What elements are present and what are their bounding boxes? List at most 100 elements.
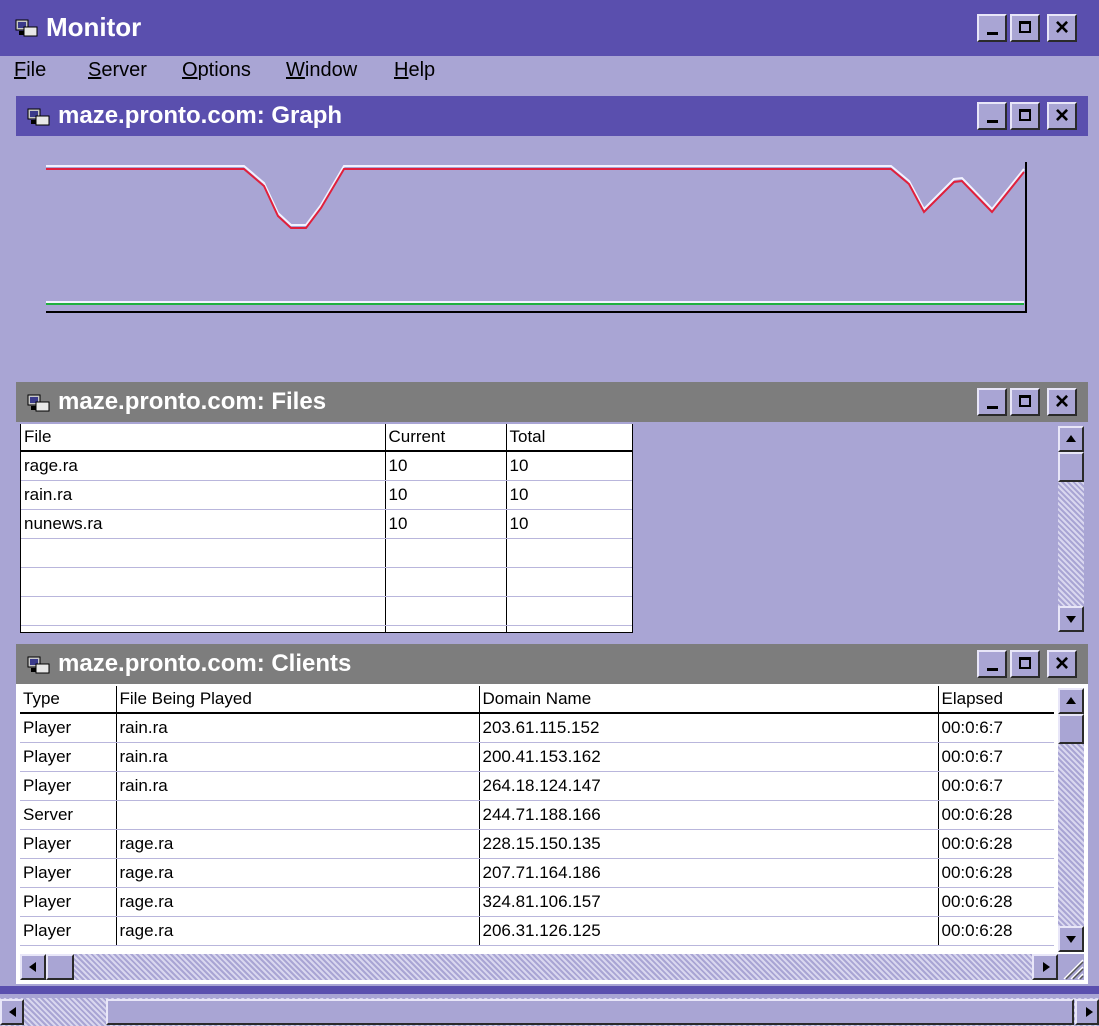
scroll-thumb[interactable] [1058, 452, 1084, 482]
column-header-type[interactable]: Type [20, 686, 117, 714]
column-header-file-being-played[interactable]: File Being Played [116, 686, 480, 714]
scroll-up-button[interactable] [1058, 688, 1084, 714]
app-window-controls: × [977, 14, 1077, 42]
scroll-left-button[interactable] [0, 999, 24, 1025]
files-vertical-scrollbar[interactable] [1058, 426, 1084, 632]
table-row[interactable]: Server 244.71.188.166 00:0:6:28 [20, 800, 1054, 830]
menu-file[interactable]: File [14, 59, 46, 82]
scroll-left-icon [9, 1007, 16, 1017]
scroll-right-button[interactable] [1075, 999, 1099, 1025]
scroll-right-button[interactable] [1032, 954, 1058, 980]
elapsed-cell: 00:0:6:7 [938, 713, 1054, 743]
table-row[interactable]: Player rain.ra 264.18.124.147 00:0:6:7 [20, 771, 1054, 801]
menu-options[interactable]: Options [182, 59, 251, 82]
clients-window-controls: × [977, 650, 1077, 678]
total-cell: 10 [506, 451, 632, 481]
app-icon [27, 656, 50, 674]
domain-cell: 264.18.124.147 [479, 771, 939, 801]
file-cell: rage.ra [116, 916, 480, 946]
window-divider [0, 986, 1099, 994]
scroll-thumb[interactable] [46, 954, 74, 980]
column-header-total[interactable]: Total [506, 424, 632, 452]
scroll-down-button[interactable] [1058, 606, 1084, 632]
close-icon: × [1054, 650, 1069, 677]
type-cell: Player [20, 713, 117, 743]
total-cell: 10 [506, 509, 632, 539]
menu-help[interactable]: Help [394, 59, 435, 82]
domain-cell: 203.61.115.152 [479, 713, 939, 743]
elapsed-cell: 00:0:6:28 [938, 858, 1054, 888]
clients-window-title: maze.pronto.com: Clients [58, 650, 352, 677]
empty-row [21, 538, 632, 568]
table-row[interactable]: Player rage.ra 206.31.126.125 00:0:6:28 [20, 916, 1054, 946]
clients-header-row: Type File Being Played Domain Name Elaps… [20, 686, 1054, 714]
file-cell: rage.ra [116, 887, 480, 917]
app-icon [27, 108, 50, 126]
clients-maximize-button[interactable] [1010, 650, 1040, 678]
elapsed-cell: 00:0:6:28 [938, 887, 1054, 917]
files-window-title-bar[interactable]: maze.pronto.com: Files × [16, 382, 1088, 422]
file-cell: rage.ra [116, 858, 480, 888]
column-header-domain-name[interactable]: Domain Name [479, 686, 939, 714]
traffic-graph [46, 162, 1027, 313]
file-cell: rain.ra [116, 771, 480, 801]
type-cell: Player [20, 858, 117, 888]
app-close-button[interactable]: × [1047, 14, 1077, 42]
scroll-thumb[interactable] [1058, 714, 1084, 744]
table-row[interactable]: Player rain.ra 200.41.153.162 00:0:6:7 [20, 742, 1054, 772]
column-header-elapsed[interactable]: Elapsed [938, 686, 1054, 714]
current-cell: 10 [385, 509, 507, 539]
file-cell: rage.ra [116, 829, 480, 859]
menu-server[interactable]: Server [88, 59, 147, 82]
clients-minimize-button[interactable] [977, 650, 1007, 678]
size-grip-icon[interactable] [1058, 954, 1084, 980]
graph-minimize-button[interactable] [977, 102, 1007, 130]
table-row[interactable]: Player rage.ra 207.71.164.186 00:0:6:28 [20, 858, 1054, 888]
files-table-container: File Current Total rage.ra 10 10 rain.ra… [20, 424, 633, 633]
scroll-down-button[interactable] [1058, 926, 1084, 952]
graph-window-title-bar[interactable]: maze.pronto.com: Graph × [16, 96, 1088, 136]
table-row[interactable]: Player rain.ra 203.61.115.152 00:0:6:7 [20, 713, 1054, 743]
main-horizontal-scrollbar[interactable] [0, 998, 1099, 1026]
app-icon [15, 19, 38, 37]
minimize-icon [987, 406, 998, 409]
table-row[interactable]: rain.ra 10 10 [21, 480, 632, 510]
clients-vertical-scrollbar[interactable] [1058, 688, 1084, 952]
app-maximize-button[interactable] [1010, 14, 1040, 42]
graph-close-button[interactable]: × [1047, 102, 1077, 130]
app-minimize-button[interactable] [977, 14, 1007, 42]
clients-window-title-bar[interactable]: maze.pronto.com: Clients × [16, 644, 1088, 684]
scroll-left-button[interactable] [20, 954, 46, 980]
clients-table-container: Type File Being Played Domain Name Elaps… [20, 686, 1054, 956]
domain-cell: 207.71.164.186 [479, 858, 939, 888]
table-row[interactable]: Player rage.ra 228.15.150.135 00:0:6:28 [20, 829, 1054, 859]
graph-maximize-button[interactable] [1010, 102, 1040, 130]
scroll-up-button[interactable] [1058, 426, 1084, 452]
scroll-up-icon [1066, 435, 1076, 442]
scroll-thumb[interactable] [106, 999, 1074, 1025]
table-row[interactable]: Player rage.ra 324.81.106.157 00:0:6:28 [20, 887, 1054, 917]
file-name-cell: rain.ra [21, 480, 386, 510]
table-row[interactable]: nunews.ra 10 10 [21, 509, 632, 539]
clients-close-button[interactable]: × [1047, 650, 1077, 678]
clients-panel: Type File Being Played Domain Name Elaps… [16, 684, 1088, 984]
files-close-button[interactable]: × [1047, 388, 1077, 416]
files-minimize-button[interactable] [977, 388, 1007, 416]
type-cell: Player [20, 771, 117, 801]
total-cell: 10 [506, 480, 632, 510]
file-cell [116, 800, 480, 830]
menu-window[interactable]: Window [286, 59, 357, 82]
domain-cell: 228.15.150.135 [479, 829, 939, 859]
column-header-current[interactable]: Current [385, 424, 507, 452]
close-icon: × [1054, 14, 1069, 41]
clients-horizontal-scrollbar[interactable] [20, 954, 1058, 980]
table-row[interactable]: rage.ra 10 10 [21, 451, 632, 481]
graph-window-title: maze.pronto.com: Graph [58, 102, 343, 129]
maximize-icon [1019, 21, 1031, 33]
close-icon: × [1054, 102, 1069, 129]
app-title-bar[interactable]: Monitor × [0, 0, 1099, 56]
current-cell: 10 [385, 480, 507, 510]
files-maximize-button[interactable] [1010, 388, 1040, 416]
type-cell: Player [20, 742, 117, 772]
column-header-file[interactable]: File [21, 424, 386, 452]
